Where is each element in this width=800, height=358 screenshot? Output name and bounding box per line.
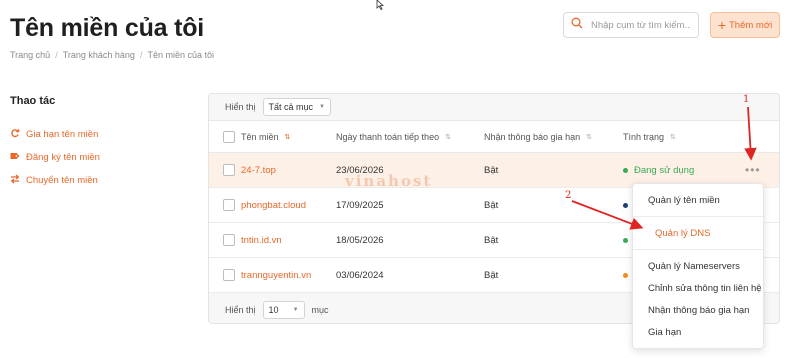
annotation-arrows bbox=[571, 106, 757, 230]
annotation-arrow-1 bbox=[744, 106, 757, 161]
annotation-arrow-2 bbox=[571, 200, 644, 230]
